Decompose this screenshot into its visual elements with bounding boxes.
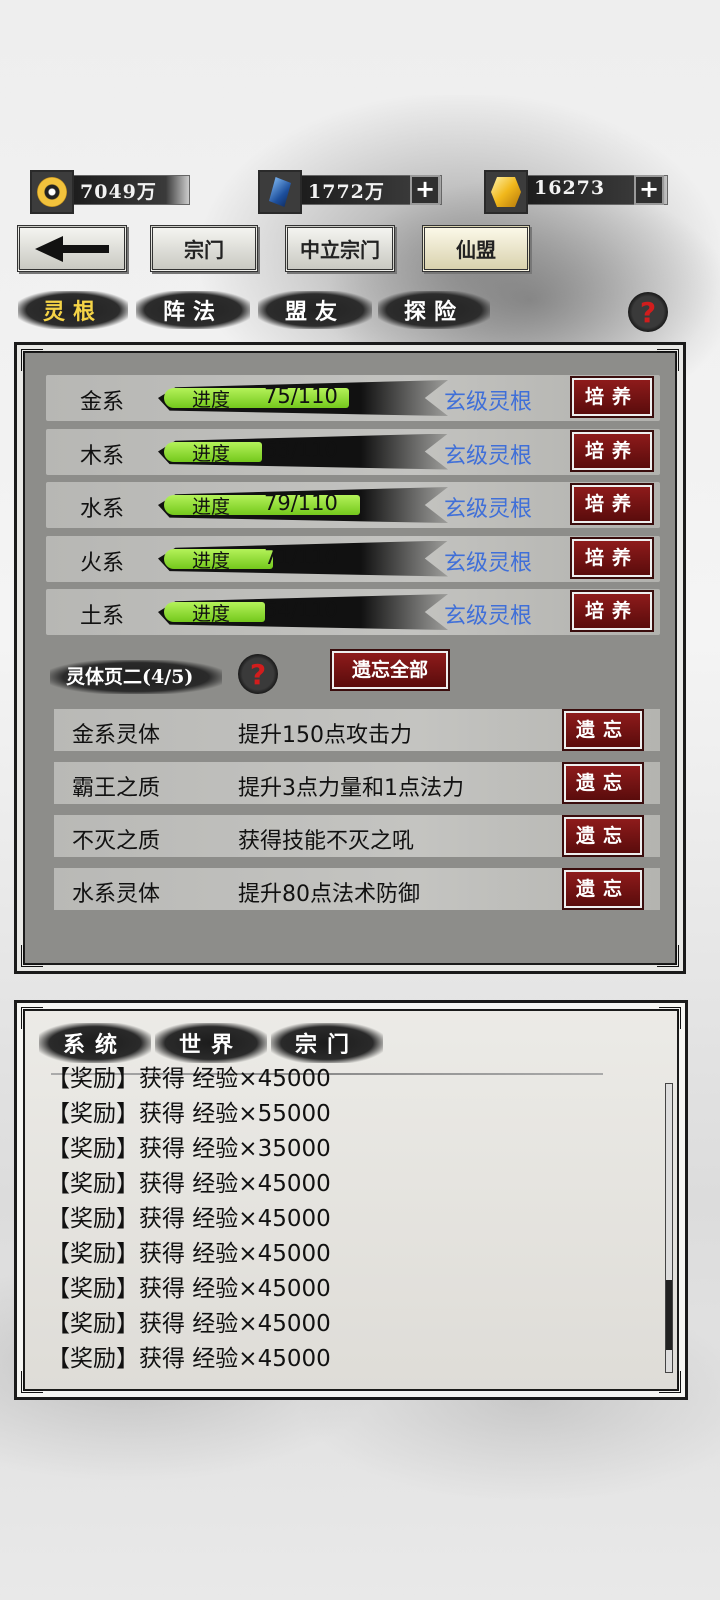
trait-description: 提升80点法术防御 (238, 882, 420, 907)
root-grade: 玄级灵根 (444, 550, 533, 576)
question-icon[interactable]: ? (628, 292, 668, 332)
element-name: 水系 (80, 497, 125, 522)
train-button[interactable]: 培养 (570, 590, 654, 632)
element-name: 火系 (80, 550, 125, 576)
currency-value: 7049万 (80, 181, 157, 203)
forget-button[interactable]: 遗忘 (562, 709, 644, 751)
trait-name: 不灭之质 (72, 829, 161, 854)
trait-description: 提升3点力量和1点法力 (238, 776, 464, 801)
progress-value: 79/110 (264, 491, 338, 515)
progress-value: 71/110 (264, 544, 338, 569)
tab-allies[interactable]: 盟友 (258, 291, 372, 329)
chat-message: 【奖励】获得 经验×55000 (47, 1101, 331, 1127)
currency-crystals: 1772万 + (258, 170, 444, 214)
spirit-body-row: 水系灵体 提升80点法术防御 遗忘 (54, 868, 660, 910)
progress-label: 进度 (192, 549, 231, 572)
back-button[interactable] (17, 225, 127, 272)
train-button[interactable]: 培养 (570, 536, 654, 579)
spirit-root-row: 火系 进度 71/110 玄级灵根 培养 (46, 535, 660, 582)
chat-tab-system[interactable]: 系统 (39, 1023, 151, 1063)
currency-value: 1772万 (308, 181, 385, 203)
root-grade: 玄级灵根 (444, 497, 533, 522)
progress-value: 75/110 (264, 384, 338, 408)
taiji-coin-icon (30, 170, 74, 214)
trait-name: 金系灵体 (72, 723, 161, 748)
spirit-root-row: 土系 进度 64/110 玄级灵根 培养 (46, 589, 660, 635)
chat-message: 【奖励】获得 经验×45000 (47, 1276, 331, 1302)
question-icon[interactable]: ? (238, 654, 278, 694)
gold-ingot-icon (484, 170, 528, 214)
currency-gold: 16273 + (484, 170, 670, 214)
add-gold-button[interactable]: + (634, 175, 664, 205)
blue-crystal-icon (258, 170, 302, 214)
chat-tab-world[interactable]: 世界 (155, 1023, 267, 1063)
spirit-body-row: 霸王之质 提升3点力量和1点法力 遗忘 (54, 762, 660, 804)
chat-scrollbar[interactable] (665, 1083, 673, 1373)
chat-tab-sect[interactable]: 宗门 (271, 1023, 383, 1063)
forget-all-button[interactable]: 遗忘全部 (330, 649, 450, 691)
chat-message: 【奖励】获得 经验×45000 (47, 1311, 331, 1337)
trait-description: 提升150点攻击力 (238, 723, 412, 748)
currency-value: 16273 (534, 177, 606, 199)
progress-value: 64/110 (264, 598, 338, 622)
progress-value: 63/110 (264, 437, 338, 462)
nav-alliance-button[interactable]: 仙盟 (422, 225, 530, 272)
nav-neutral-sect-button[interactable]: 中立宗门 (285, 225, 395, 272)
element-name: 土系 (80, 604, 125, 629)
back-arrow-icon (35, 235, 109, 262)
train-button[interactable]: 培养 (570, 429, 654, 472)
spirit-root-row: 水系 进度 79/110 玄级灵根 培养 (46, 482, 660, 528)
tab-formation[interactable]: 阵法 (136, 291, 250, 329)
tab-spirit-root[interactable]: 灵根 (18, 291, 128, 329)
progress-label: 进度 (192, 389, 231, 411)
currency-spirit-coins: 7049万 (30, 170, 190, 214)
chat-message: 【奖励】获得 经验×45000 (47, 1346, 331, 1372)
root-grade: 玄级灵根 (444, 443, 533, 469)
add-crystals-button[interactable]: + (410, 175, 440, 205)
tab-explore[interactable]: 探险 (378, 291, 490, 329)
spirit-body-row: 金系灵体 提升150点攻击力 遗忘 (54, 709, 660, 751)
forget-button[interactable]: 遗忘 (562, 815, 644, 857)
element-name: 木系 (80, 443, 125, 469)
spirit-root-row: 金系 进度 75/110 玄级灵根 培养 (46, 375, 660, 421)
root-grade: 玄级灵根 (444, 390, 533, 415)
chat-message: 【奖励】获得 经验×45000 (47, 1171, 331, 1197)
trait-name: 水系灵体 (72, 882, 161, 907)
element-name: 金系 (80, 390, 125, 415)
chat-message: 【奖励】获得 经验×45000 (47, 1241, 331, 1267)
chat-message: 【奖励】获得 经验×45000 (47, 1066, 331, 1092)
chat-message: 【奖励】获得 经验×35000 (47, 1136, 331, 1162)
chat-scroll-thumb[interactable] (666, 1280, 672, 1351)
trait-name: 霸王之质 (72, 776, 161, 801)
progress-label: 进度 (192, 442, 231, 465)
root-grade: 玄级灵根 (444, 604, 533, 629)
spirit-root-row: 木系 进度 63/110 玄级灵根 培养 (46, 428, 660, 475)
train-button[interactable]: 培养 (570, 483, 654, 525)
progress-label: 进度 (192, 603, 231, 625)
progress-label: 进度 (192, 496, 231, 518)
chat-message: 【奖励】获得 经验×45000 (47, 1206, 331, 1232)
nav-sect-button[interactable]: 宗门 (150, 225, 258, 272)
chat-panel: 系统 世界 宗门 【奖励】获得 经验×45000 【奖励】获得 经验×55000 【… (14, 1000, 688, 1400)
spirit-body-row: 不灭之质 获得技能不灭之吼 遗忘 (54, 815, 660, 857)
train-button[interactable]: 培养 (570, 376, 654, 418)
trait-description: 获得技能不灭之吼 (238, 829, 415, 854)
spirit-body-title: 灵体页二(4/5) (50, 660, 222, 694)
forget-button[interactable]: 遗忘 (562, 762, 644, 804)
forget-button[interactable]: 遗忘 (562, 868, 644, 910)
